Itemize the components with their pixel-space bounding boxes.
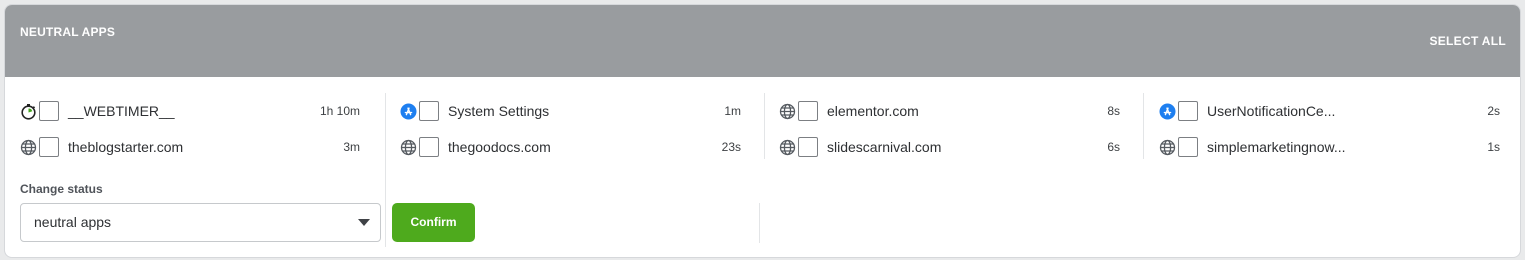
- app-time: 1m: [724, 104, 741, 118]
- app-checkbox[interactable]: [1178, 137, 1198, 157]
- globe-icon: [778, 138, 796, 156]
- app-store-icon: [399, 102, 417, 120]
- header-title: NEUTRAL APPS: [20, 25, 116, 39]
- status-select[interactable]: neutral apps: [20, 203, 381, 242]
- app-item[interactable]: simplemarketingnow...: [1158, 135, 1346, 159]
- app-item[interactable]: UserNotificationCe...: [1158, 99, 1335, 123]
- app-time: 6s: [1107, 140, 1120, 154]
- globe-icon: [399, 138, 417, 156]
- globe-icon: [778, 102, 796, 120]
- app-name: simplemarketingnow...: [1207, 139, 1346, 155]
- column-divider: [1143, 93, 1144, 159]
- app-time: 8s: [1107, 104, 1120, 118]
- app-time: 23s: [721, 140, 741, 154]
- neutral-apps-card: NEUTRAL APPS SELECT ALL __WEBTIMER__ 1h …: [4, 4, 1521, 258]
- confirm-button[interactable]: Confirm: [392, 203, 475, 242]
- caret-down-icon: [358, 219, 370, 226]
- app-checkbox[interactable]: [419, 101, 439, 121]
- globe-icon: [1158, 138, 1176, 156]
- status-select-value: neutral apps: [34, 214, 112, 230]
- app-item[interactable]: thegoodocs.com: [399, 135, 551, 159]
- app-name: slidescarnival.com: [827, 139, 942, 155]
- app-item[interactable]: elementor.com: [778, 99, 919, 123]
- app-name: elementor.com: [827, 103, 919, 119]
- change-status-label: Change status: [20, 182, 103, 196]
- app-checkbox[interactable]: [39, 101, 59, 121]
- app-item[interactable]: System Settings: [399, 99, 549, 123]
- card-header: NEUTRAL APPS SELECT ALL: [5, 5, 1520, 77]
- globe-icon: [19, 138, 37, 156]
- column-divider: [385, 93, 386, 247]
- app-name: theblogstarter.com: [68, 139, 184, 155]
- app-time: 2s: [1487, 104, 1500, 118]
- app-checkbox[interactable]: [798, 101, 818, 121]
- app-item[interactable]: __WEBTIMER__: [19, 99, 175, 123]
- app-store-icon: [1158, 102, 1176, 120]
- app-time: 3m: [343, 140, 360, 154]
- column-divider: [759, 203, 760, 243]
- app-time: 1s: [1487, 140, 1500, 154]
- app-name: __WEBTIMER__: [68, 103, 175, 119]
- stopwatch-icon: [19, 102, 37, 120]
- app-name: System Settings: [448, 103, 550, 119]
- app-checkbox[interactable]: [419, 137, 439, 157]
- app-checkbox[interactable]: [798, 137, 818, 157]
- app-time: 1h 10m: [319, 104, 360, 118]
- column-divider: [764, 93, 765, 159]
- app-checkbox[interactable]: [1178, 101, 1198, 121]
- select-all-button[interactable]: SELECT ALL: [1429, 34, 1506, 48]
- app-checkbox[interactable]: [39, 137, 59, 157]
- app-name: UserNotificationCe...: [1207, 103, 1336, 119]
- app-name: thegoodocs.com: [448, 139, 551, 155]
- app-item[interactable]: theblogstarter.com: [19, 135, 183, 159]
- app-item[interactable]: slidescarnival.com: [778, 135, 941, 159]
